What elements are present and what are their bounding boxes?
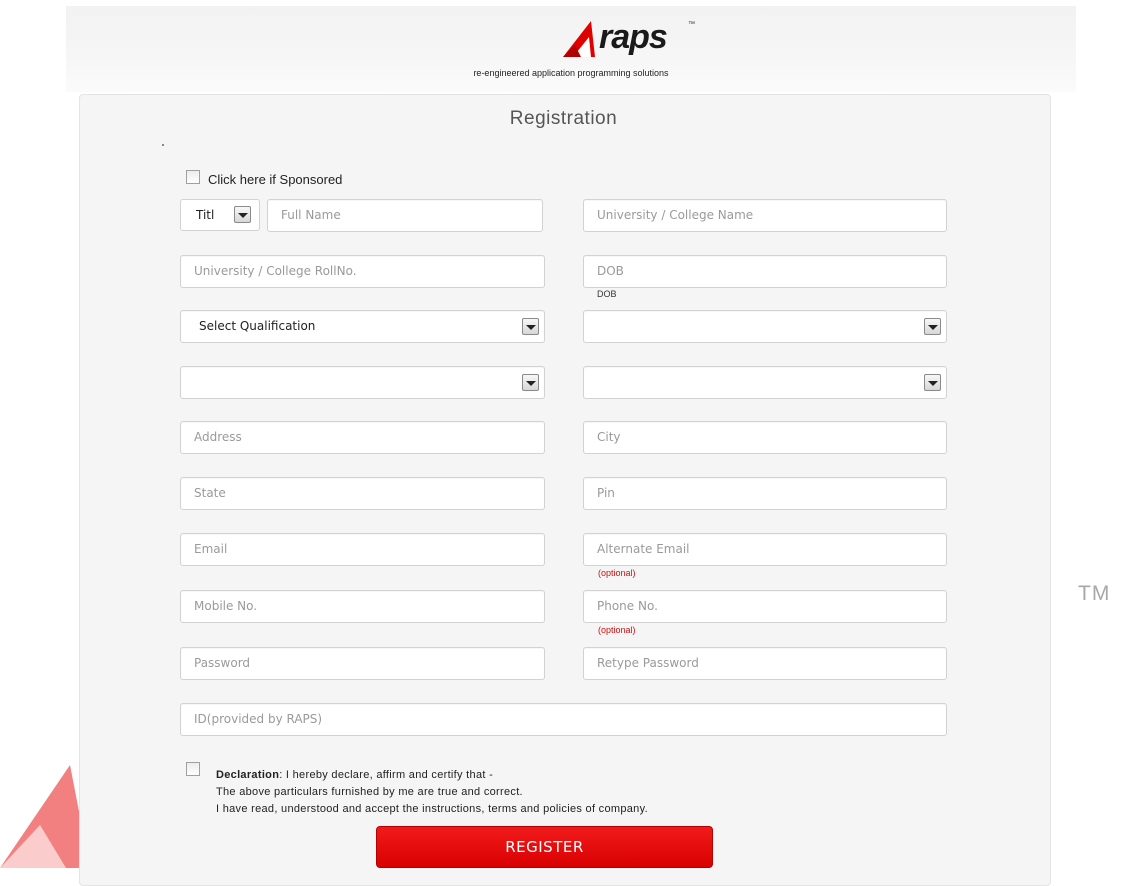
qualification-select[interactable]: Select Qualification: [180, 310, 545, 343]
qualification-select-value: Select Qualification: [199, 319, 316, 333]
declaration-text: Declaration: I hereby declare, affirm an…: [216, 767, 648, 818]
alternate-email-optional-hint: (optional): [598, 568, 636, 578]
dob-input[interactable]: DOB: [583, 255, 947, 288]
phone-optional-hint: (optional): [598, 625, 636, 635]
raps-id-input[interactable]: ID(provided by RAPS): [180, 703, 947, 736]
declaration-line-3: I have read, understood and accept the i…: [216, 803, 648, 815]
title-select[interactable]: Titl: [180, 199, 260, 231]
raps-logo[interactable]: raps ™: [561, 18, 711, 59]
declaration-checkbox[interactable]: [186, 762, 200, 776]
phone-input[interactable]: Phone No.: [583, 590, 947, 623]
dob-hint: DOB: [597, 289, 617, 299]
chevron-down-icon[interactable]: [924, 374, 941, 391]
declaration-line-1: Declaration: I hereby declare, affirm an…: [216, 767, 648, 784]
background-triangle-decoration: [0, 765, 90, 868]
chevron-down-icon[interactable]: [522, 374, 539, 391]
full-name-input[interactable]: Full Name: [267, 199, 543, 232]
chevron-down-icon[interactable]: [924, 318, 941, 335]
email-input[interactable]: Email: [180, 533, 545, 566]
trademark-watermark: TM: [1078, 582, 1111, 605]
declaration-line-2: The above particulars furnished by me ar…: [216, 786, 523, 798]
pin-input[interactable]: Pin: [583, 477, 947, 510]
university-name-input[interactable]: University / College Name: [583, 199, 947, 232]
sponsored-checkbox[interactable]: [186, 170, 200, 184]
logo-wordmark: raps: [599, 18, 668, 56]
site-header: raps ™ re-engineered application program…: [66, 6, 1076, 92]
password-input[interactable]: Password: [180, 647, 545, 680]
sponsored-label: Click here if Sponsored: [208, 172, 343, 187]
select-left-2[interactable]: [180, 366, 545, 399]
mobile-input[interactable]: Mobile No.: [180, 590, 545, 623]
declaration-statement: : I hereby declare, affirm and certify t…: [279, 769, 494, 781]
city-input[interactable]: City: [583, 421, 947, 454]
page-title: Registration: [509, 108, 618, 129]
chevron-down-icon[interactable]: [234, 206, 251, 223]
alternate-email-input[interactable]: Alternate Email: [583, 533, 947, 566]
logo-trademark: ™: [688, 21, 695, 28]
declaration-heading: Declaration: [216, 769, 280, 781]
tagline: re-engineered application programming so…: [473, 68, 669, 78]
retype-password-input[interactable]: Retype Password: [583, 647, 947, 680]
select-right-2[interactable]: [583, 366, 947, 399]
address-input[interactable]: Address: [180, 421, 545, 454]
title-select-value: Titl: [196, 208, 215, 222]
decorative-dot: [162, 144, 164, 146]
register-button[interactable]: REGISTER: [376, 826, 713, 868]
chevron-down-icon[interactable]: [522, 318, 539, 335]
raps-logo-triangle-icon: [563, 21, 595, 57]
select-right-1[interactable]: [583, 310, 947, 343]
state-input[interactable]: State: [180, 477, 545, 510]
roll-no-input[interactable]: University / College RollNo.: [180, 255, 545, 288]
